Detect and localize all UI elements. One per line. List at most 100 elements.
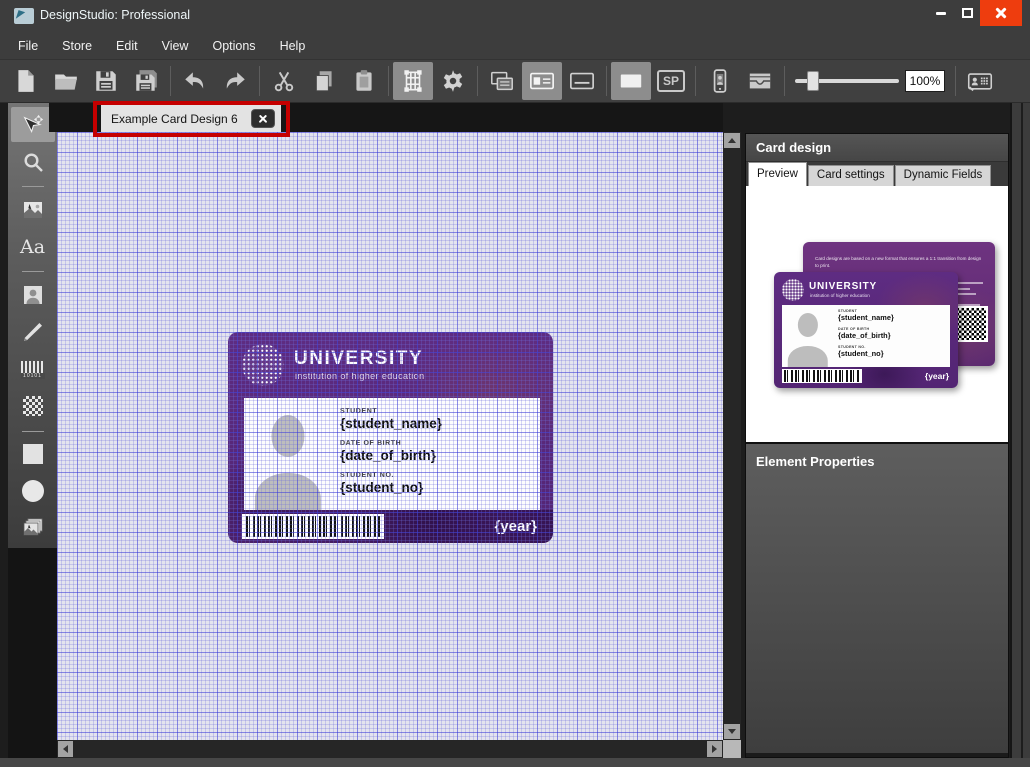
card-org-name: UNIVERSITY — [294, 348, 423, 370]
new-document-icon — [13, 68, 39, 94]
toolbar-separator — [955, 66, 956, 96]
horizontal-scrollbar[interactable] — [57, 740, 723, 758]
card-year-field[interactable]: {year} — [494, 518, 537, 535]
arrow-down-icon — [728, 729, 736, 734]
zoom-slider[interactable] — [795, 62, 899, 100]
rectangle-tool[interactable] — [11, 437, 55, 472]
zoom-value-field[interactable]: 100% — [905, 70, 945, 92]
toolbar-separator — [259, 66, 260, 96]
toolbar-separator — [606, 66, 607, 96]
undo-button[interactable] — [175, 62, 215, 100]
preview-org-subtitle: institution of higher education — [810, 293, 870, 298]
document-tab[interactable]: Example Card Design 6 — [101, 105, 281, 132]
save-button[interactable] — [86, 62, 126, 100]
card-holder-icon — [747, 68, 773, 94]
zoom-tool[interactable] — [11, 144, 55, 179]
tool-palette: Aa 10101 — [8, 103, 57, 758]
print-card-button[interactable] — [960, 62, 1000, 100]
card-barcode[interactable] — [242, 514, 384, 539]
sp-mode-button[interactable]: SP — [651, 62, 691, 100]
save-all-icon — [133, 68, 159, 94]
new-document-button[interactable] — [6, 62, 46, 100]
scroll-left-button[interactable] — [58, 741, 73, 757]
tab-dynamic-fields[interactable]: Dynamic Fields — [895, 165, 992, 186]
image-stack-tool[interactable] — [11, 511, 55, 546]
field-value[interactable]: {student_no} — [340, 480, 442, 495]
menu-file[interactable]: File — [18, 39, 38, 53]
field-value[interactable]: {date_of_birth} — [340, 448, 442, 463]
select-tool[interactable] — [11, 107, 55, 142]
vertical-scrollbar[interactable] — [723, 132, 741, 740]
arrow-left-icon — [63, 745, 68, 753]
image-tool[interactable] — [11, 192, 55, 227]
paste-button[interactable] — [344, 62, 384, 100]
line-tool[interactable] — [11, 314, 55, 349]
gear-icon — [440, 68, 466, 94]
card-front-view-button[interactable] — [522, 62, 562, 100]
maximize-icon — [962, 8, 973, 18]
scroll-up-button[interactable] — [724, 133, 740, 148]
menu-view[interactable]: View — [162, 39, 189, 53]
phone-preview-button[interactable] — [700, 62, 740, 100]
close-button[interactable] — [980, 0, 1022, 26]
card-photo-placeholder[interactable] — [252, 406, 324, 510]
save-all-button[interactable] — [126, 62, 166, 100]
text-tool[interactable]: Aa — [11, 229, 55, 264]
maximize-button[interactable] — [954, 0, 980, 26]
image-stack-icon — [21, 516, 45, 540]
design-canvas[interactable]: UNIVERSITY institution of higher educati… — [57, 132, 723, 740]
redo-button[interactable] — [215, 62, 255, 100]
transform-grid-button[interactable] — [393, 62, 433, 100]
paste-clipboard-icon — [351, 68, 377, 94]
ellipse-tool[interactable] — [11, 474, 55, 509]
field-label: STUDENT NO. — [340, 472, 442, 479]
preview-fields: STUDENT {student_name} DATE OF BIRTH {da… — [838, 309, 894, 358]
card-holder-button[interactable] — [740, 62, 780, 100]
card-design-front[interactable]: UNIVERSITY institution of higher educati… — [228, 332, 553, 543]
scroll-right-button[interactable] — [707, 741, 722, 757]
settings-button[interactable] — [433, 62, 473, 100]
barcode-tool[interactable]: 10101 — [11, 352, 55, 387]
scroll-down-button[interactable] — [724, 724, 740, 739]
field-value[interactable]: {student_name} — [340, 416, 442, 431]
card-org-subtitle: institution of higher education — [295, 371, 424, 381]
tool-separator — [22, 186, 44, 187]
open-folder-icon — [53, 68, 79, 94]
card-front-thumbnail[interactable]: UNIVERSITY institution of higher educati… — [774, 272, 958, 388]
sp-icon: SP — [657, 70, 685, 92]
workspace: Aa 10101 — [0, 103, 1030, 758]
tab-card-settings[interactable]: Card settings — [808, 165, 894, 186]
copy-button[interactable] — [304, 62, 344, 100]
text-tool-icon: Aa — [20, 236, 45, 258]
element-properties-title: Element Properties — [756, 454, 875, 469]
card-blank-button[interactable] — [611, 62, 651, 100]
preview-org-name: UNIVERSITY — [809, 281, 877, 292]
preview-photo-placeholder — [786, 308, 830, 367]
zoom-slider-handle[interactable] — [807, 71, 819, 91]
window-bottom-strip — [0, 758, 1030, 767]
menu-options[interactable]: Options — [212, 39, 255, 53]
portrait-icon — [21, 283, 45, 307]
scrollbar-corner — [723, 740, 741, 758]
menu-store[interactable]: Store — [62, 39, 92, 53]
tab-close-button[interactable] — [251, 109, 275, 128]
menu-edit[interactable]: Edit — [116, 39, 138, 53]
minimize-button[interactable] — [928, 0, 954, 26]
panel-tabs: Preview Card settings Dynamic Fields — [746, 162, 1008, 186]
tab-preview[interactable]: Preview — [748, 162, 807, 186]
open-button[interactable] — [46, 62, 86, 100]
toolbar-separator — [784, 66, 785, 96]
card-preview-area: Card designs are based on a new format t… — [746, 186, 1008, 444]
tool-separator — [22, 431, 44, 432]
qrcode-tool[interactable] — [11, 389, 55, 424]
cut-button[interactable] — [264, 62, 304, 100]
magnifier-icon — [21, 150, 45, 174]
card-back-view-button[interactable] — [562, 62, 602, 100]
arrow-right-icon — [712, 745, 717, 753]
card-front-back-button[interactable] — [482, 62, 522, 100]
photo-tool[interactable] — [11, 277, 55, 312]
document-tab-bar: Example Card Design 6 — [49, 103, 723, 132]
field-label: STUDENT — [340, 408, 442, 415]
cut-scissors-icon — [271, 68, 297, 94]
menu-help[interactable]: Help — [280, 39, 306, 53]
